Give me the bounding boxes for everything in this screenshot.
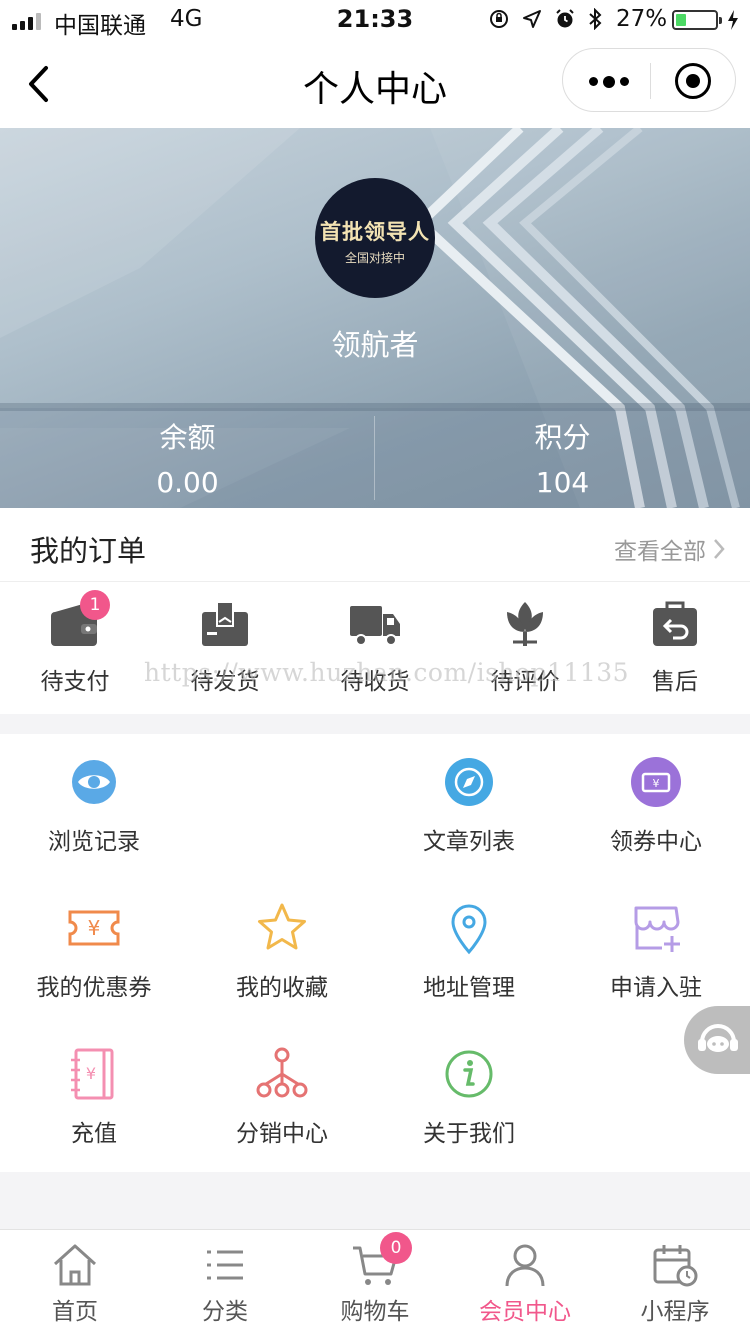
category-icon bbox=[207, 1250, 243, 1280]
member-icon bbox=[505, 1244, 545, 1287]
star-icon bbox=[258, 903, 306, 950]
service-distribution-center[interactable]: 分销中心 bbox=[188, 1026, 376, 1172]
headset-icon bbox=[698, 1024, 738, 1052]
order-status-pending-payment[interactable]: 1 待支付 bbox=[0, 590, 150, 696]
service-label: 申请入驻 bbox=[610, 975, 702, 1001]
balance-value: 0.00 bbox=[156, 466, 219, 499]
return-bag-icon bbox=[653, 601, 697, 646]
truck-icon bbox=[350, 606, 400, 646]
svg-text:¥: ¥ bbox=[653, 777, 660, 790]
service-label: 我的优惠券 bbox=[36, 975, 152, 1001]
calendar-icon bbox=[653, 1245, 698, 1287]
distribution-icon bbox=[256, 1047, 308, 1098]
service-address-management[interactable]: 地址管理 bbox=[375, 880, 563, 1026]
service-label: 文章列表 bbox=[423, 829, 515, 855]
account-stats: 余额 0.00 积分 104 bbox=[0, 408, 750, 508]
orders-section: 我的订单 查看全部 1 待支付 待发货 待收货 待评价 售后 https://w… bbox=[0, 508, 750, 714]
tab-label: 购物车 bbox=[340, 1299, 410, 1325]
svg-text:¥: ¥ bbox=[88, 916, 101, 940]
home-icon bbox=[53, 1244, 97, 1286]
order-status-label: 待支付 bbox=[40, 669, 110, 695]
balance-label: 余额 bbox=[159, 421, 216, 454]
avatar[interactable]: 首批领导人 全国对接中 bbox=[315, 178, 435, 298]
box-icon bbox=[202, 601, 248, 646]
battery-percent: 27% bbox=[616, 6, 668, 32]
flower-icon bbox=[507, 602, 543, 646]
mini-program-capsule bbox=[562, 48, 736, 112]
tab-bar: 首页 分类 0 购物车 会员中心 小程序 bbox=[0, 1229, 750, 1334]
svg-text:¥: ¥ bbox=[86, 1064, 96, 1083]
service-label: 分销中心 bbox=[236, 1121, 328, 1147]
coupon-icon: ¥ bbox=[68, 910, 120, 946]
charging-icon bbox=[728, 10, 738, 30]
points-label: 积分 bbox=[534, 421, 591, 454]
orders-title: 我的订单 bbox=[30, 534, 147, 568]
tab-label: 小程序 bbox=[640, 1299, 710, 1325]
service-about-us[interactable]: 关于我们 bbox=[375, 1026, 563, 1172]
rotation-lock-icon bbox=[490, 10, 508, 28]
avatar-text-line2: 全国对接中 bbox=[344, 251, 405, 265]
coupon-center-icon: ¥ bbox=[631, 757, 681, 807]
service-label: 关于我们 bbox=[423, 1121, 515, 1147]
service-label: 浏览记录 bbox=[48, 829, 140, 855]
tab-label: 首页 bbox=[52, 1299, 98, 1325]
pending-payment-badge: 1 bbox=[80, 590, 110, 620]
view-all-label: 查看全部 bbox=[614, 539, 706, 565]
compass-icon bbox=[445, 758, 493, 806]
customer-service-button[interactable] bbox=[684, 1006, 750, 1074]
service-my-coupons[interactable]: ¥ 我的优惠券 bbox=[0, 880, 188, 1026]
tab-category[interactable]: 分类 bbox=[150, 1230, 300, 1334]
service-label: 充值 bbox=[71, 1121, 117, 1147]
service-label: 领券中心 bbox=[610, 829, 702, 855]
watermark-text: https://www.huzhan.com/ishop11135 bbox=[144, 658, 630, 687]
eye-icon bbox=[72, 760, 116, 804]
tab-label: 会员中心 bbox=[479, 1299, 571, 1325]
services-grid: 浏览记录 文章列表 ¥ 领券中心 ¥ 我的优惠券 我的收藏 地址管理 申请入驻 … bbox=[0, 734, 750, 1172]
service-browse-history[interactable]: 浏览记录 bbox=[0, 734, 188, 880]
status-bar: 中国联通 4G 21:33 27% bbox=[0, 0, 750, 40]
user-nickname: 领航者 bbox=[331, 328, 419, 362]
service-apply-settle[interactable]: 申请入驻 bbox=[562, 880, 750, 1026]
tab-member-center[interactable]: 会员中心 bbox=[450, 1230, 600, 1334]
more-menu-button[interactable] bbox=[589, 75, 629, 88]
recharge-icon: ¥ bbox=[71, 1048, 114, 1100]
points-stat[interactable]: 积分 104 bbox=[375, 408, 750, 508]
balance-stat[interactable]: 余额 0.00 bbox=[0, 408, 375, 508]
orders-header: 我的订单 查看全部 bbox=[0, 508, 750, 582]
location-arrow-icon bbox=[523, 10, 541, 28]
bluetooth-icon bbox=[589, 8, 602, 30]
chevron-right-icon bbox=[714, 539, 725, 559]
tab-cart[interactable]: 0 购物车 bbox=[300, 1230, 450, 1334]
service-label: 我的收藏 bbox=[236, 975, 328, 1001]
tab-mini-program[interactable]: 小程序 bbox=[600, 1230, 750, 1334]
location-icon bbox=[451, 904, 487, 955]
service-recharge[interactable]: ¥ 充值 bbox=[0, 1026, 188, 1172]
alarm-icon bbox=[556, 9, 574, 28]
profile-banner: 首批领导人 全国对接中 领航者 余额 0.00 积分 104 bbox=[0, 128, 750, 508]
avatar-text-line1: 首批领导人 bbox=[320, 219, 430, 244]
nav-bar: 个人中心 bbox=[0, 40, 750, 128]
service-article-list[interactable]: 文章列表 bbox=[375, 734, 563, 880]
tab-home[interactable]: 首页 bbox=[0, 1230, 150, 1334]
battery-icon bbox=[672, 10, 722, 30]
view-all-orders-link[interactable]: 查看全部 bbox=[614, 532, 726, 566]
shop-apply-icon bbox=[634, 906, 680, 952]
service-coupon-center[interactable]: ¥ 领券中心 bbox=[562, 734, 750, 880]
close-mini-program-button[interactable] bbox=[675, 63, 711, 99]
tab-label: 分类 bbox=[202, 1299, 248, 1325]
points-value: 104 bbox=[535, 466, 590, 499]
cart-count-badge: 0 bbox=[380, 1232, 412, 1264]
info-icon bbox=[445, 1050, 493, 1098]
service-my-favorites[interactable]: 我的收藏 bbox=[188, 880, 376, 1026]
service-label: 地址管理 bbox=[423, 975, 515, 1001]
